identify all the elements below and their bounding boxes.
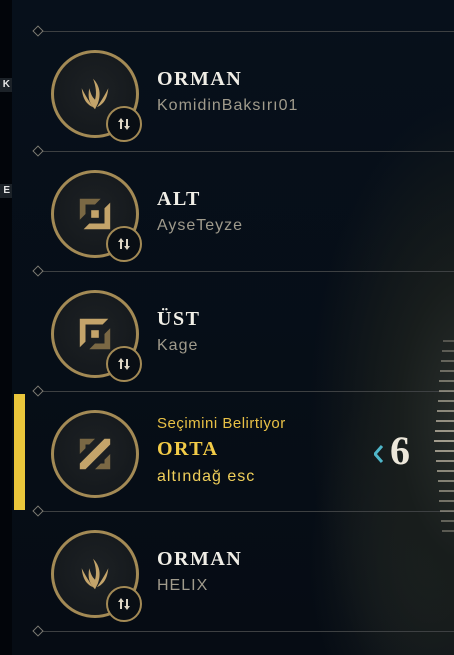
ring-tick: [439, 380, 454, 382]
summoner-name: HELIX: [157, 577, 209, 594]
ring-tick: [441, 520, 454, 522]
player-slot-4[interactable]: Seçimini Belirtiyor ORTA altındağ esc: [14, 394, 454, 512]
ring-tick: [435, 460, 454, 462]
role-label: ORMAN: [157, 68, 243, 90]
swap-position-button[interactable]: [106, 586, 142, 622]
bottom-lane-icon: [79, 198, 111, 230]
ring-tick: [436, 470, 454, 472]
ring-tick: [441, 360, 454, 362]
position-emblem: [51, 410, 139, 498]
jungle-icon: [81, 558, 109, 590]
role-label: ALT: [157, 188, 201, 210]
ring-tick: [443, 340, 454, 342]
player-slot-5[interactable]: ORMAN HELIX: [14, 514, 454, 632]
swap-position-button[interactable]: [106, 226, 142, 262]
swap-position-button[interactable]: [106, 106, 142, 142]
ring-tick: [434, 440, 454, 442]
middle-lane-icon: [79, 438, 111, 470]
ring-tick: [440, 510, 454, 512]
ring-tick: [440, 370, 454, 372]
ring-tick: [437, 400, 454, 402]
active-turn-indicator: [14, 394, 25, 510]
ring-tick: [438, 490, 454, 492]
player-slot-1[interactable]: ORMAN KomidinBaksırı01: [14, 34, 454, 152]
ring-tick: [436, 410, 454, 412]
player-slot-2[interactable]: ALT AyseTeyze: [14, 154, 454, 272]
ring-tick: [434, 450, 454, 452]
jungle-icon: [81, 78, 109, 110]
ring-tick: [437, 480, 454, 482]
swap-arrows-icon: [118, 358, 130, 370]
summoner-name: Kage: [157, 337, 199, 354]
edge-tab-1[interactable]: K: [0, 78, 12, 92]
top-lane-icon: [79, 318, 111, 350]
ring-tick: [435, 420, 454, 422]
swap-position-button[interactable]: [106, 346, 142, 382]
edge-tab-2[interactable]: E: [0, 184, 12, 198]
summoner-name: AyseTeyze: [157, 217, 244, 234]
player-slot-3[interactable]: ÜST Kage: [14, 274, 454, 392]
picking-status: Seçimini Belirtiyor: [157, 415, 286, 432]
ring-tick: [438, 390, 454, 392]
ring-tick: [434, 430, 454, 432]
summoner-name: KomidinBaksırı01: [157, 97, 299, 114]
swap-arrows-icon: [118, 118, 130, 130]
role-label: ÜST: [157, 308, 201, 330]
swap-arrows-icon: [118, 598, 130, 610]
divider: [38, 31, 454, 32]
role-label: ORMAN: [157, 548, 243, 570]
left-edge-strip: [0, 0, 12, 655]
ring-tick: [442, 350, 454, 352]
role-label: ORTA: [157, 438, 219, 460]
ring-tick: [442, 530, 454, 532]
pick-timer: 6: [390, 428, 410, 473]
chevron-left-icon: [374, 445, 383, 463]
summoner-name: altındağ esc: [157, 468, 256, 485]
ring-tick: [439, 500, 454, 502]
swap-arrows-icon: [118, 238, 130, 250]
